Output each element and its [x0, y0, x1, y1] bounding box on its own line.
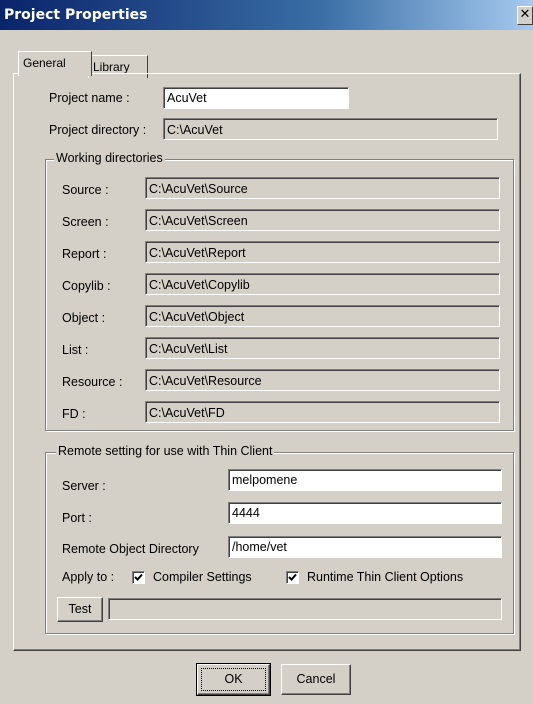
copylib-label: Copylib : — [62, 279, 111, 293]
tab-general-label: General — [23, 56, 66, 70]
server-label: Server : — [62, 479, 106, 493]
apply-to-label: Apply to : — [62, 570, 115, 584]
tab-general[interactable]: General — [18, 51, 92, 76]
cancel-button-label: Cancel — [296, 672, 336, 686]
copylib-field: C:\AcuVet\Copylib — [145, 273, 500, 295]
fd-label: FD : — [62, 407, 86, 421]
runtime-thin-client-checkbox[interactable] — [286, 571, 299, 584]
screen-label: Screen : — [62, 215, 109, 229]
resource-label: Resource : — [62, 375, 123, 389]
working-directories-legend: Working directories — [54, 151, 165, 165]
screen-field: C:\AcuVet\Screen — [145, 209, 500, 231]
remote-settings-legend: Remote setting for use with Thin Client — [56, 444, 275, 458]
runtime-thin-client-label: Runtime Thin Client Options — [307, 570, 464, 584]
report-label: Report : — [62, 247, 107, 261]
close-button[interactable]: ✕ — [517, 6, 533, 25]
object-field: C:\AcuVet\Object — [145, 305, 500, 327]
remote-object-directory-input[interactable]: /home/vet — [228, 536, 502, 558]
test-button[interactable]: Test — [57, 597, 103, 622]
project-directory-field: C:\AcuVet — [163, 118, 498, 140]
source-label: Source : — [62, 183, 109, 197]
server-input[interactable]: melpomene — [228, 469, 502, 491]
cancel-button[interactable]: Cancel — [281, 664, 351, 695]
project-name-label: Project name : — [49, 91, 130, 105]
object-label: Object : — [62, 311, 106, 325]
list-field: C:\AcuVet\List — [145, 337, 500, 359]
remote-object-directory-label: Remote Object Directory — [62, 542, 199, 556]
compiler-settings-checkbox[interactable] — [132, 571, 145, 584]
source-field: C:\AcuVet\Source — [145, 177, 500, 199]
project-name-input[interactable]: AcuVet — [163, 87, 349, 109]
test-result-field — [108, 598, 502, 620]
checkmark-icon — [134, 573, 143, 581]
compiler-settings-label: Compiler Settings — [153, 570, 252, 584]
focus-rectangle — [201, 668, 266, 691]
list-label: List : — [62, 343, 89, 357]
tab-library-label: Library — [93, 60, 130, 74]
window-title: Project Properties — [4, 7, 148, 23]
checkmark-icon — [288, 573, 297, 581]
project-directory-label: Project directory : — [49, 123, 147, 137]
report-field: C:\AcuVet\Report — [145, 241, 500, 263]
close-icon: ✕ — [519, 7, 531, 22]
port-input[interactable]: 4444 — [228, 502, 502, 524]
title-bar: Project Properties ✕ — [0, 0, 533, 30]
port-label: Port : — [62, 511, 92, 525]
fd-field: C:\AcuVet\FD — [145, 401, 500, 423]
test-button-label: Test — [68, 602, 92, 616]
resource-field: C:\AcuVet\Resource — [145, 369, 500, 391]
